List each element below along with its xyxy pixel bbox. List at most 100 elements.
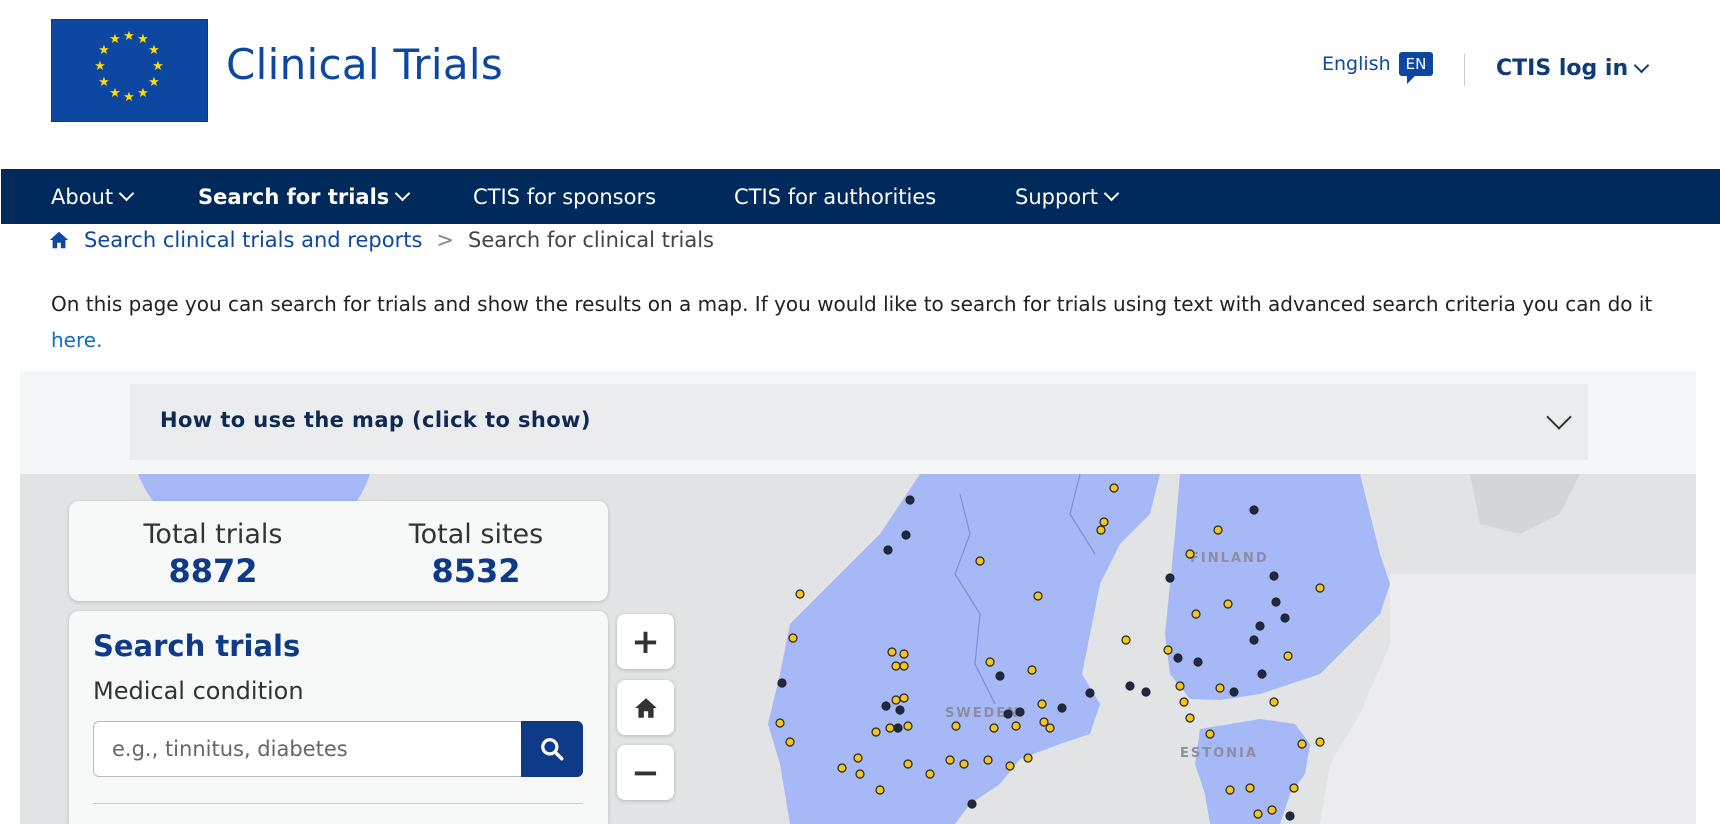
zoom-out-button[interactable]: −	[617, 745, 674, 800]
trial-marker	[1165, 573, 1175, 583]
trial-marker	[855, 769, 865, 779]
trial-marker	[903, 721, 913, 731]
trial-marker	[1297, 739, 1307, 749]
trial-marker	[1011, 721, 1021, 731]
trial-marker	[1057, 703, 1067, 713]
home-icon[interactable]	[48, 229, 70, 251]
trial-marker	[893, 723, 903, 733]
trial-marker	[795, 589, 805, 599]
svg-text:★: ★	[109, 86, 121, 101]
trial-marker	[901, 530, 911, 540]
trial-marker	[875, 785, 885, 795]
trial-marker	[1163, 645, 1173, 655]
trial-marker	[983, 755, 993, 765]
total-sites-value: 8532	[431, 552, 521, 590]
trial-marker	[853, 753, 863, 763]
search-button[interactable]	[521, 721, 583, 777]
trial-marker	[899, 661, 909, 671]
nav-item-about[interactable]: About	[51, 169, 135, 224]
trial-marker	[951, 721, 961, 731]
trial-marker	[1005, 761, 1015, 771]
nav-item-label: CTIS for authorities	[734, 184, 937, 209]
chevron-down-icon	[395, 185, 411, 202]
intro-body: On this page you can search for trials a…	[51, 292, 1653, 316]
trial-marker	[967, 799, 977, 809]
breadcrumb-link[interactable]: Search clinical trials and reports	[84, 228, 422, 252]
trial-marker	[1253, 809, 1263, 819]
breadcrumb-separator: >	[436, 228, 454, 252]
plus-icon: +	[631, 621, 660, 662]
trial-marker	[1141, 687, 1151, 697]
trial-marker	[975, 556, 985, 566]
svg-text:★: ★	[109, 32, 121, 47]
advanced-search-link[interactable]: here.	[51, 328, 102, 352]
breadcrumb-current: Search for clinical trials	[468, 228, 715, 252]
total-trials-label: Total trials	[143, 519, 283, 550]
trial-marker	[1285, 811, 1295, 821]
trial-marker	[1193, 657, 1203, 667]
map-label-estonia: ESTONIA	[1180, 746, 1258, 761]
search-trials-title: Search trials	[93, 629, 301, 663]
total-trials: Total trials 8872	[113, 519, 313, 590]
ctis-login-button[interactable]: CTIS log in	[1496, 56, 1650, 81]
trial-marker	[785, 737, 795, 747]
trial-marker	[945, 755, 955, 765]
trial-marker	[1213, 525, 1223, 535]
svg-text:★: ★	[98, 43, 110, 58]
total-sites: Total sites 8532	[376, 519, 576, 590]
trial-marker	[1269, 697, 1279, 707]
main-nav: About Search for trials CTIS for sponsor…	[1, 169, 1720, 224]
trial-marker	[837, 763, 847, 773]
trial-marker	[1125, 681, 1135, 691]
trial-marker	[1267, 805, 1277, 815]
trial-marker	[1249, 505, 1259, 515]
trial-marker	[995, 671, 1005, 681]
nav-item-support[interactable]: Support	[1015, 169, 1120, 224]
svg-text:★: ★	[123, 29, 135, 44]
medical-condition-input[interactable]	[93, 721, 521, 777]
nav-item-search-for-trials[interactable]: Search for trials	[198, 169, 411, 224]
breadcrumb: Search clinical trials and reports > Sea…	[48, 228, 714, 252]
language-label: English	[1322, 53, 1391, 75]
nav-item-ctis-sponsors[interactable]: CTIS for sponsors	[473, 169, 656, 224]
trial-marker	[1033, 591, 1043, 601]
trial-marker	[1109, 483, 1119, 493]
nav-item-label: About	[51, 184, 114, 209]
trial-marker	[1315, 737, 1325, 747]
search-icon	[541, 738, 564, 761]
site-title[interactable]: Clinical Trials	[226, 40, 503, 89]
trial-marker	[895, 705, 905, 715]
trial-marker	[788, 633, 798, 643]
eu-flag-logo[interactable]: ★ ★ ★ ★ ★ ★ ★ ★ ★ ★ ★ ★	[51, 19, 208, 122]
trial-marker	[1099, 517, 1109, 527]
trial-marker	[777, 678, 787, 688]
trial-marker	[891, 695, 901, 705]
trial-marker	[887, 647, 897, 657]
nav-item-ctis-authorities[interactable]: CTIS for authorities	[734, 169, 936, 224]
how-to-use-map-accordion[interactable]: How to use the map (click to show)	[130, 384, 1588, 460]
map-home-button[interactable]	[617, 680, 674, 735]
trial-marker	[1229, 687, 1239, 697]
trial-marker	[1255, 621, 1265, 631]
language-selector[interactable]: English EN	[1322, 52, 1434, 84]
trial-marker	[1027, 665, 1037, 675]
zoom-in-button[interactable]: +	[617, 614, 674, 669]
trial-marker	[1223, 599, 1233, 609]
minus-icon: −	[631, 752, 660, 793]
trial-marker	[1185, 549, 1195, 559]
chevron-down-icon	[118, 185, 135, 202]
medical-condition-label: Medical condition	[93, 677, 304, 705]
trial-marker	[1245, 783, 1255, 793]
home-icon	[634, 697, 657, 718]
chevron-down-icon	[1633, 57, 1650, 74]
header-divider	[1464, 54, 1465, 86]
trial-marker	[925, 769, 935, 779]
trial-marker	[1205, 729, 1215, 739]
total-sites-label: Total sites	[408, 519, 544, 550]
trial-marker	[1191, 609, 1201, 619]
svg-text:★: ★	[94, 59, 106, 74]
nav-item-label: Search for trials	[198, 184, 390, 209]
map-label-finland: FINLAND	[1190, 551, 1269, 566]
trial-marker	[899, 649, 909, 659]
language-code-badge: EN	[1398, 52, 1434, 84]
